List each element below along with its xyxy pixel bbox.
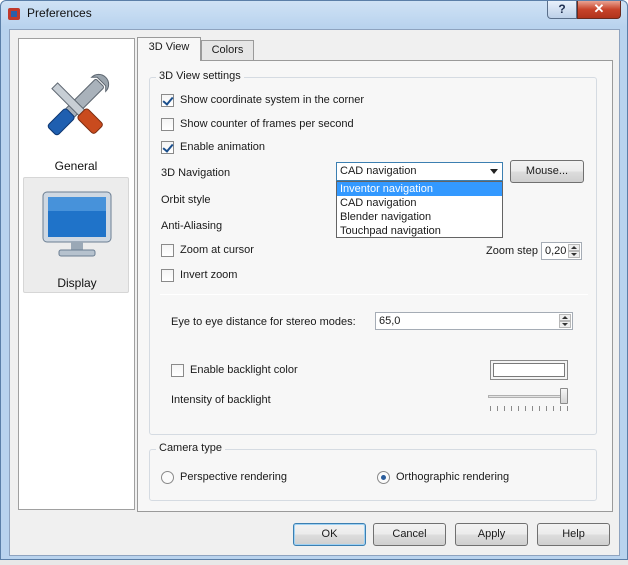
mouse-button[interactable]: Mouse... — [510, 160, 584, 183]
invert-zoom-label: Invert zoom — [180, 269, 238, 281]
tab-panel-3d-view: 3D View settings Show coordinate system … — [137, 60, 613, 512]
divider — [160, 294, 588, 295]
zoom-at-cursor-label: Zoom at cursor — [180, 244, 254, 256]
tab-3d-view[interactable]: 3D View — [137, 37, 201, 61]
spin-arrows-icon[interactable] — [559, 314, 571, 328]
title-bar[interactable]: Preferences ? ✕ — [1, 1, 627, 27]
cancel-button[interactable]: Cancel — [373, 523, 446, 546]
anti-aliasing-label: Anti-Aliasing — [161, 220, 223, 232]
bottom-strip — [0, 560, 628, 565]
apply-button[interactable]: Apply — [455, 523, 528, 546]
tools-icon — [47, 73, 110, 136]
navigation-option[interactable]: Blender navigation — [337, 210, 502, 224]
dialog-client: General Display Colors 3D View settings … — [9, 29, 620, 556]
window-title: Preferences — [27, 6, 92, 20]
show-coordinate-label: Show coordinate system in the corner — [180, 94, 365, 106]
navigation-option[interactable]: Inventor navigation — [337, 182, 502, 196]
perspective-label: Perspective rendering — [180, 471, 288, 483]
backlight-color-button[interactable] — [490, 360, 568, 380]
category-general[interactable]: General — [23, 57, 129, 177]
monitor-icon — [42, 191, 112, 257]
zoom-step-label: Zoom step — [486, 245, 538, 257]
zoom-step-value: 0,20 — [545, 245, 567, 257]
chevron-down-icon — [490, 169, 498, 174]
group-camera-type: Camera type Perspective rendering Orthog… — [149, 442, 597, 501]
help-button[interactable]: Help — [537, 523, 610, 546]
ok-button[interactable]: OK — [293, 523, 366, 546]
backlight-checkbox[interactable] — [171, 364, 184, 377]
slider-thumb[interactable] — [560, 388, 568, 404]
backlight-intensity-slider[interactable] — [488, 388, 570, 414]
slider-ticks — [490, 406, 568, 411]
category-display-label: Display — [57, 276, 97, 290]
zoom-at-cursor-checkbox[interactable] — [161, 244, 174, 257]
navigation-dropdown-list: Inventor navigation CAD navigation Blend… — [336, 181, 503, 238]
enable-animation-label: Enable animation — [180, 141, 266, 153]
group-3d-view-settings: 3D View settings Show coordinate system … — [149, 70, 597, 435]
group-title-settings: 3D View settings — [156, 70, 244, 82]
zoom-step-spinbox[interactable]: 0,20 — [541, 242, 582, 260]
show-coordinate-checkbox[interactable] — [161, 94, 174, 107]
backlight-intensity-label: Intensity of backlight — [171, 394, 271, 406]
navigation-option[interactable]: CAD navigation — [337, 196, 502, 210]
invert-zoom-checkbox[interactable] — [161, 269, 174, 282]
help-title-button[interactable]: ? — [547, 1, 577, 19]
show-counter-label: Show counter of frames per second — [180, 118, 354, 130]
navigation-select[interactable]: CAD navigation — [336, 162, 503, 181]
slider-track — [488, 395, 568, 398]
enable-animation-checkbox[interactable] — [161, 141, 174, 154]
category-general-label: General — [54, 159, 98, 173]
category-list: General Display — [18, 38, 135, 510]
close-button[interactable]: ✕ — [577, 1, 621, 19]
color-swatch-fill — [493, 363, 565, 377]
orthographic-radio[interactable] — [377, 471, 390, 484]
tab-colors[interactable]: Colors — [201, 40, 254, 61]
window-frame: Preferences ? ✕ General Display Colors 3… — [0, 0, 628, 560]
eye-distance-spinbox[interactable]: 65,0 — [375, 312, 573, 330]
eye-distance-value: 65,0 — [379, 315, 401, 327]
backlight-label: Enable backlight color — [190, 364, 298, 376]
category-display[interactable]: Display — [23, 177, 129, 293]
app-icon — [8, 8, 20, 20]
eye-distance-label: Eye to eye distance for stereo modes: — [171, 316, 356, 328]
perspective-radio[interactable] — [161, 471, 174, 484]
show-counter-checkbox[interactable] — [161, 118, 174, 131]
group-title-camera: Camera type — [156, 442, 225, 454]
spin-arrows-icon[interactable] — [568, 244, 580, 258]
orthographic-label: Orthographic rendering — [396, 471, 510, 483]
navigation-select-value: CAD navigation — [340, 165, 417, 177]
orbit-style-label: Orbit style — [161, 194, 211, 206]
navigation-label: 3D Navigation — [161, 167, 231, 179]
navigation-option[interactable]: Touchpad navigation — [337, 224, 502, 238]
